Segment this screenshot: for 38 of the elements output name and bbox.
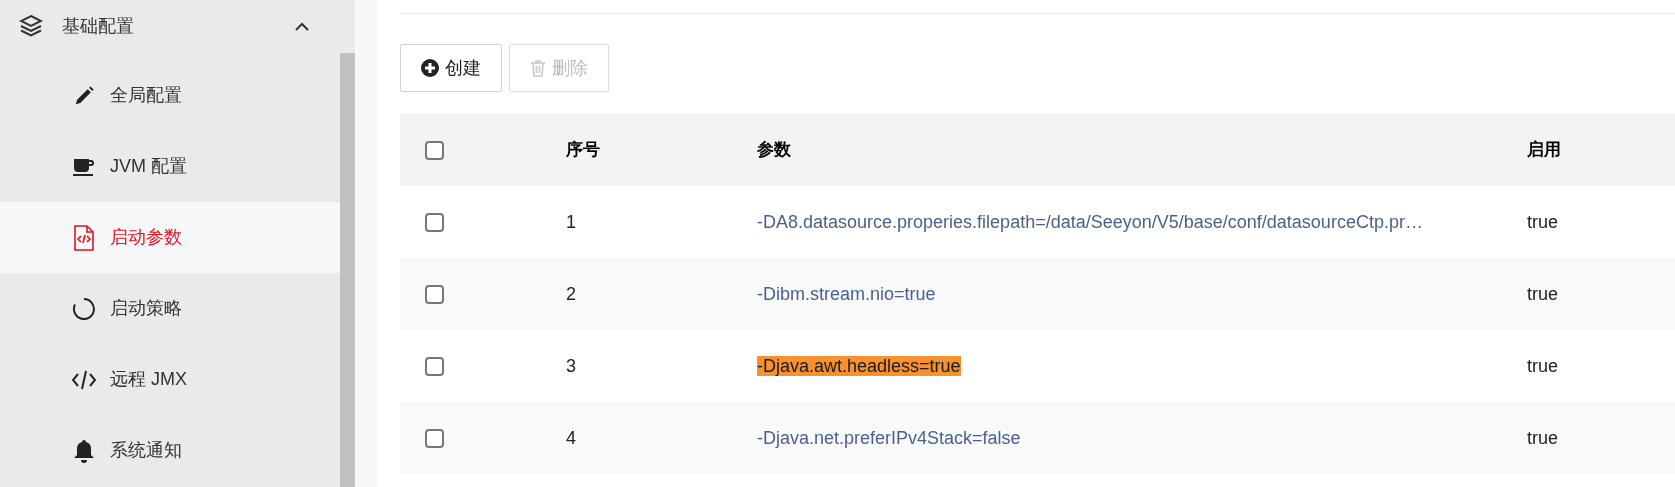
checkbox[interactable] [425,212,444,232]
column-header: 参数 [757,139,792,162]
code-icon [72,369,96,390]
column-header: 序号 [566,139,601,162]
checkbox[interactable] [425,428,444,448]
table-cell-text: true [1527,210,1559,234]
trash-icon [530,59,546,77]
create-button[interactable]: 创建 [400,44,502,92]
scrollbar[interactable] [340,53,355,487]
parameter-link[interactable]: -DA8.datasource.properies.filepath=/data/Seeyon/V5/base/conf/datasourceCtp.pr… [757,211,1423,232]
table-cell-text: true [1527,426,1559,450]
checkbox[interactable] [425,356,444,376]
parameter-link[interactable]: -Djava.net.preferIPv4Stack=false [757,427,1021,448]
layers-icon [19,14,43,38]
table-cell-text: 4 [566,426,577,450]
checkbox[interactable] [425,284,444,304]
spinner-icon [72,296,96,321]
sidebar-group-header[interactable]: 基础配置 [0,0,355,52]
pencil-icon [73,84,95,107]
bell-icon [73,438,95,463]
table-cell-text: true [1527,354,1559,378]
table-cell-text: 2 [566,282,577,306]
sidebar-item[interactable]: 系统通知 [0,415,340,486]
sidebar-item[interactable]: 启动参数 [0,202,340,273]
plus-circle-icon [421,59,439,77]
chevron-icon [295,21,309,31]
column-header: 启用 [1527,139,1561,162]
table-cell-text: 1 [566,210,577,234]
checkbox[interactable] [425,140,444,160]
sidebar-item[interactable]: 远程 JMX [0,344,340,415]
sidebar-item[interactable]: 全局配置 [0,60,340,131]
sidebar-item[interactable]: 启动策略 [0,273,340,344]
sidebar-item[interactable]: JVM 配置 [0,131,340,202]
parameter-link[interactable]: -Djava.awt.headless=true [757,355,961,376]
table-cell-text: 3 [566,354,577,378]
table-cell-text: true [1527,282,1559,306]
parameter-link[interactable]: -Dibm.stream.nio=true [757,283,936,304]
code-file-icon [73,224,95,251]
